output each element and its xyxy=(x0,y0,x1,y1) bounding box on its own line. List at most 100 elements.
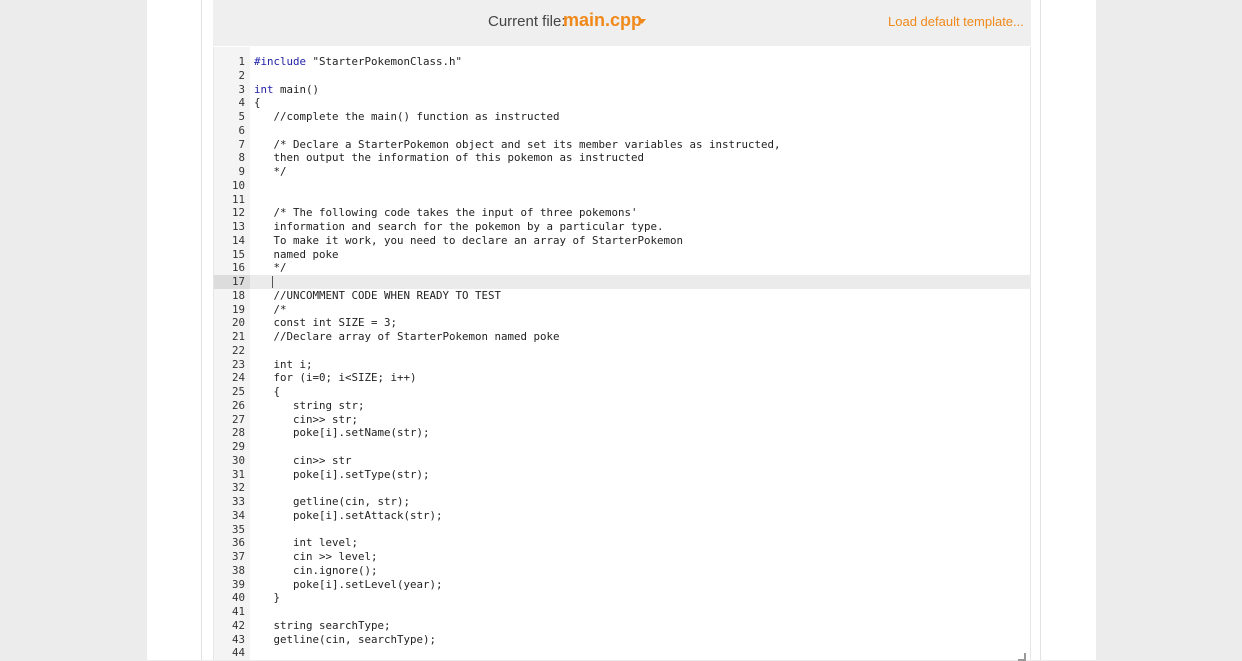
code-line[interactable]: 23 int i; xyxy=(214,358,1031,372)
code-line[interactable]: 14 To make it work, you need to declare … xyxy=(214,234,1031,248)
line-number: 9 xyxy=(238,165,245,178)
code-line[interactable]: 35 xyxy=(214,523,1031,537)
code-line[interactable]: 11 xyxy=(214,193,1031,207)
code-line[interactable]: 18 //UNCOMMENT CODE WHEN READY TO TEST xyxy=(214,289,1031,303)
line-number: 32 xyxy=(231,481,245,495)
line-number: 23 xyxy=(231,357,245,371)
current-file-label: Current file: xyxy=(488,13,566,30)
code-editor-panel: Current file: main.cpp Load default temp… xyxy=(213,0,1031,661)
code-text: getline(cin, str); xyxy=(254,495,411,508)
code-text: named poke xyxy=(254,247,339,261)
dropdown-caret-icon[interactable] xyxy=(638,19,646,24)
code-line[interactable]: 42 string searchType; xyxy=(214,619,1031,633)
line-number: 28 xyxy=(231,426,245,440)
code-line[interactable]: 12 /* The following code takes the input… xyxy=(214,206,1031,220)
code-line[interactable]: 24 for (i=0; i<SIZE; i++) xyxy=(214,371,1031,385)
code-text: getline(cin, searchType); xyxy=(254,632,437,646)
line-number: 27 xyxy=(231,412,245,426)
code-line[interactable]: 38 cin.ignore(); xyxy=(214,564,1031,578)
line-number: 17 xyxy=(231,275,245,288)
line-number: 2 xyxy=(238,68,245,82)
code-line[interactable]: 22 xyxy=(214,344,1031,358)
code-line[interactable]: 40 } xyxy=(214,591,1031,605)
code-text: /* xyxy=(254,302,287,316)
code-text: poke[i].setType(str); xyxy=(254,467,430,481)
code-line[interactable]: 29 xyxy=(214,440,1031,454)
code-text: const int SIZE = 3; xyxy=(254,316,398,330)
code-line[interactable]: 19 /* xyxy=(214,303,1031,317)
code-line[interactable]: 10 xyxy=(214,179,1031,193)
code-text: string searchType; xyxy=(254,618,391,632)
line-number: 39 xyxy=(231,577,245,591)
line-number: 30 xyxy=(231,453,245,467)
code-line[interactable]: 25 { xyxy=(214,385,1031,399)
code-text: poke[i].setName(str); xyxy=(254,426,430,440)
code-line[interactable]: 34 poke[i].setAttack(str); xyxy=(214,509,1031,523)
code-line[interactable]: 8 then output the information of this po… xyxy=(214,151,1031,165)
code-text: } xyxy=(254,591,281,605)
line-number: 10 xyxy=(231,178,245,192)
code-line[interactable]: 31 poke[i].setType(str); xyxy=(214,468,1031,482)
code-line[interactable]: 4{ xyxy=(214,96,1031,110)
code-text: /* Declare a StarterPokemon object and s… xyxy=(254,137,781,151)
file-selector[interactable]: main.cpp xyxy=(563,10,642,31)
code-line[interactable]: 41 xyxy=(214,605,1031,619)
code-line[interactable]: 21 //Declare array of StarterPokemon nam… xyxy=(214,330,1031,344)
code-line[interactable]: 20 const int SIZE = 3; xyxy=(214,316,1031,330)
code-line[interactable]: 17 xyxy=(214,275,1031,289)
code-line[interactable]: 30 cin>> str xyxy=(214,454,1031,468)
code-line[interactable]: 6 xyxy=(214,124,1031,138)
code-line[interactable]: 13 information and search for the pokemo… xyxy=(214,220,1031,234)
code-text: #include "StarterPokemonClass.h" xyxy=(254,55,463,68)
code-text: int i; xyxy=(254,357,313,371)
line-number: 43 xyxy=(231,632,245,646)
code-line[interactable]: 33 getline(cin, str); xyxy=(214,495,1031,509)
code-text: { xyxy=(254,385,281,398)
line-number: 31 xyxy=(231,467,245,481)
line-number: 26 xyxy=(231,398,245,412)
text-cursor xyxy=(272,276,273,288)
code-line[interactable]: 7 /* Declare a StarterPokemon object and… xyxy=(214,138,1031,152)
code-text: int level; xyxy=(254,536,359,550)
line-number: 14 xyxy=(231,233,245,247)
line-number: 41 xyxy=(231,605,245,618)
code-text: string str; xyxy=(254,398,365,412)
code-line[interactable]: 3 int main() xyxy=(214,83,1031,97)
code-text: //complete the main() function as instru… xyxy=(254,110,560,123)
code-line[interactable]: 32 xyxy=(214,481,1031,495)
line-number: 21 xyxy=(231,330,245,343)
line-number: 5 xyxy=(238,110,245,123)
line-number: 42 xyxy=(231,618,245,632)
code-text: //UNCOMMENT CODE WHEN READY TO TEST xyxy=(254,288,502,302)
code-line[interactable]: 36 int level; xyxy=(214,536,1031,550)
code-line[interactable]: 26 string str; xyxy=(214,399,1031,413)
code-line[interactable]: 39 poke[i].setLevel(year); xyxy=(214,578,1031,592)
line-number: 20 xyxy=(231,316,245,330)
code-line[interactable]: 28 poke[i].setName(str); xyxy=(214,426,1031,440)
code-text: */ xyxy=(254,261,287,275)
line-number: 25 xyxy=(231,385,245,398)
code-line[interactable]: 16 */ xyxy=(214,261,1031,275)
code-line[interactable]: 1 #include "StarterPokemonClass.h" xyxy=(214,55,1031,69)
code-text: poke[i].setAttack(str); xyxy=(254,508,443,522)
editor-toolbar: Current file: main.cpp Load default temp… xyxy=(213,0,1031,46)
code-editor[interactable]: 1 #include "StarterPokemonClass.h" 2 3 int m… xyxy=(213,47,1031,660)
load-default-template-link[interactable]: Load default template... xyxy=(888,14,1024,29)
line-number: 22 xyxy=(231,343,245,357)
code-line[interactable]: 2 xyxy=(214,69,1031,83)
code-line[interactable]: 37 cin >> level; xyxy=(214,550,1031,564)
code-line[interactable]: 27 cin>> str; xyxy=(214,413,1031,427)
code-line[interactable]: 5 //complete the main() function as inst… xyxy=(214,110,1031,124)
code-line[interactable]: 44 xyxy=(214,646,1031,660)
line-number: 44 xyxy=(231,646,245,660)
code-line[interactable]: 43 getline(cin, searchType); xyxy=(214,633,1031,647)
line-number: 33 xyxy=(231,495,245,508)
code-text: cin >> level; xyxy=(254,550,378,563)
line-number: 40 xyxy=(231,591,245,605)
code-line[interactable]: 9 */ xyxy=(214,165,1031,179)
line-number: 12 xyxy=(231,206,245,220)
code-line[interactable]: 15 named poke xyxy=(214,248,1031,262)
code-text: To make it work, you need to declare an … xyxy=(254,233,684,247)
line-number: 4 xyxy=(238,96,245,110)
code-text: information and search for the pokemon b… xyxy=(254,220,664,233)
